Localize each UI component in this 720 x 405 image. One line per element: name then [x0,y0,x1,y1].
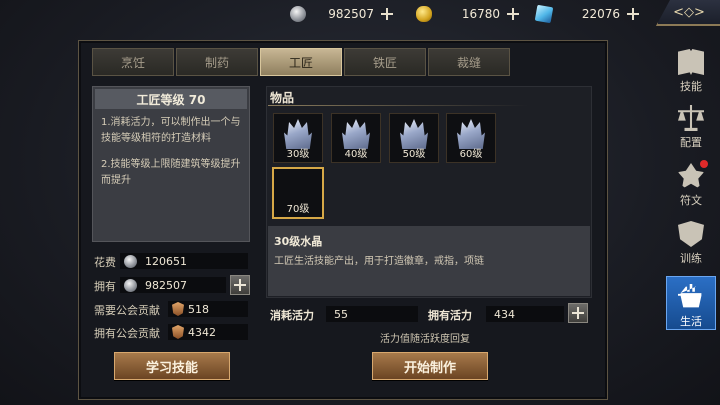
slot-label: 40级 [344,149,368,160]
title-divider [268,105,528,106]
vitality-note: 活力值随活跃度回复 [380,334,470,345]
own-vitality-field: 434 [486,306,564,322]
cost-value: 120651 [145,254,187,268]
diamond-value: 22076 [581,7,620,21]
own-vitality-label: 拥有活力 [428,309,472,322]
add-diamond-button[interactable] [626,7,640,21]
sidebar-item-skills[interactable]: 技能 [666,44,716,94]
add-gold-button[interactable] [506,7,520,21]
rune-icon [678,163,704,189]
sidebar-item-label: 训练 [680,252,702,265]
back-icon: <◇> [673,4,705,20]
item-slot-30[interactable]: 30级 [273,113,323,163]
add-silver-small-button[interactable] [230,275,250,295]
learn-skill-button[interactable]: 学习技能 [114,352,230,380]
shield-icon [678,221,704,247]
silver-coin-icon [124,278,137,292]
slot-label: 70级 [286,204,310,215]
guild-req-label: 需要公会贡献 [94,304,160,317]
item-name: 30级水晶 [274,235,323,248]
guild-own-field: 4342 [168,324,248,340]
skill-info-box: 工匠等级 70 1.消耗活力，可以制作出一个与技能等级相符的打造材料 2.技能等… [92,86,250,242]
slot-label: 60级 [459,149,483,160]
guild-own-value: 4342 [188,325,216,339]
cost-label: 花费 [94,256,116,269]
notification-dot [700,160,708,168]
tab-pharmacy[interactable]: 制药 [176,48,258,76]
sidebar-item-label: 配置 [680,136,702,149]
gold-resource: 16780 [416,4,520,24]
gold-coin-icon [416,6,432,22]
tab-tailor[interactable]: 裁缝 [428,48,510,76]
scale-icon [678,105,704,131]
item-description-box: 30级水晶 工匠生活技能产出，用于打造徽章，戒指，项链 [268,226,590,296]
guild-badge-icon [172,325,184,339]
item-slot-40[interactable]: 40级 [331,113,381,163]
cost-field: 120651 [120,253,248,269]
sidebar-item-config[interactable]: 配置 [666,100,716,150]
skill-level-title: 工匠等级 70 [95,89,247,109]
consume-vitality-field: 55 [326,306,418,322]
diamond-resource: 22076 [534,4,640,24]
tab-blacksmith[interactable]: 铁匠 [344,48,426,76]
slot-label: 50级 [402,149,426,160]
consume-vitality-value: 55 [334,307,348,321]
add-vitality-button[interactable] [568,303,588,323]
sidebar-item-label: 符文 [680,194,702,207]
silver-coin-icon [290,6,306,22]
sidebar-item-label: 技能 [680,80,702,93]
guild-req-field: 518 [168,301,248,317]
guild-req-value: 518 [188,302,209,316]
start-crafting-button[interactable]: 开始制作 [372,352,488,380]
sidebar-item-training[interactable]: 训练 [666,216,716,266]
items-title: 物品 [270,91,295,105]
cooking-pot-icon [678,284,702,308]
item-slot-50[interactable]: 50级 [389,113,439,163]
skill-desc-1: 1.消耗活力，可以制作出一个与技能等级相符的打造材料 [101,117,241,144]
book-icon [678,49,704,75]
consume-vitality-label: 消耗活力 [270,309,314,322]
gold-value: 16780 [461,7,500,21]
tab-cooking[interactable]: 烹饪 [92,48,174,76]
add-silver-button[interactable] [380,7,394,21]
guild-badge-icon [172,302,184,316]
tab-craftsman[interactable]: 工匠 [260,48,342,76]
own-vitality-value: 434 [494,307,515,321]
own-field: 982507 [120,277,226,293]
silver-resource: 982507 [290,4,394,24]
guild-own-label: 拥有公会贡献 [94,327,160,340]
own-value: 982507 [145,278,187,292]
sidebar-item-runes[interactable]: 符文 [666,158,716,208]
sidebar-item-life[interactable]: 生活 [666,276,716,330]
item-slot-60[interactable]: 60级 [446,113,496,163]
diamond-icon [534,4,554,24]
item-description: 工匠生活技能产出，用于打造徽章，戒指，项链 [274,256,484,267]
slot-label: 30级 [286,149,310,160]
skill-desc-2: 2.技能等级上限随建筑等级提升而提升 [101,159,241,186]
item-slot-70[interactable]: 70级 [272,167,324,219]
own-label: 拥有 [94,280,116,293]
sidebar-item-label: 生活 [680,315,702,328]
silver-coin-icon [124,254,137,268]
silver-value: 982507 [328,7,374,21]
